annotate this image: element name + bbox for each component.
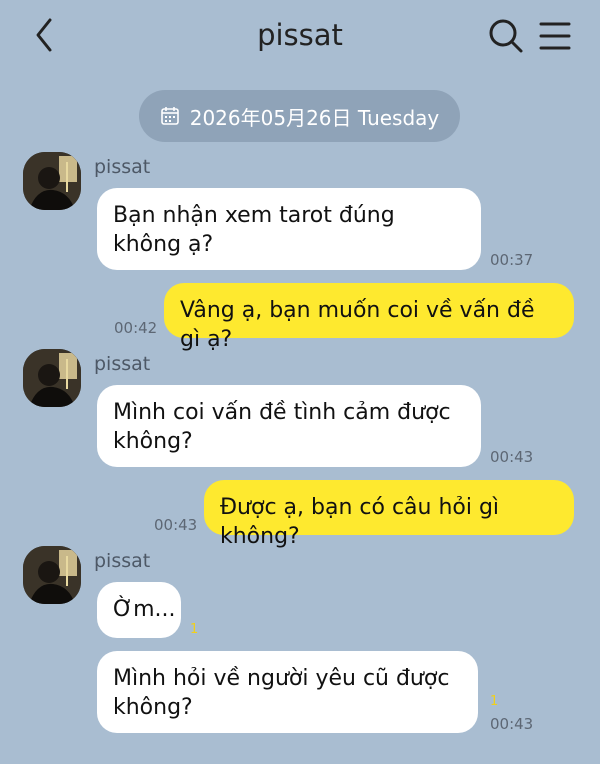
- unread-count: 1: [490, 694, 499, 709]
- date-divider: 2026年05月26日 Tuesday: [139, 90, 460, 142]
- avatar[interactable]: [23, 349, 81, 407]
- profile-photo-icon: [23, 546, 81, 604]
- message-bubble[interactable]: Ờm...: [97, 582, 181, 638]
- profile-photo-icon: [23, 349, 81, 407]
- message-bubble[interactable]: Mình hỏi về người yêu cũ được không?: [97, 651, 478, 733]
- avatar[interactable]: [23, 152, 81, 210]
- sender-name: pissat: [94, 550, 151, 572]
- search-icon: [489, 19, 523, 53]
- calendar-icon: [160, 107, 179, 125]
- sender-name: pissat: [94, 353, 151, 375]
- date-text: 2026年05月26日 Tuesday: [189, 105, 440, 130]
- message-time: 00:43: [490, 448, 534, 466]
- search-button[interactable]: [486, 16, 526, 56]
- message-time: 00:43: [154, 516, 198, 534]
- hamburger-menu-icon: [539, 22, 571, 50]
- message-time: 00:37: [490, 251, 534, 269]
- sender-name: pissat: [94, 156, 151, 178]
- my-message-bubble[interactable]: Vâng ạ, bạn muốn coi về vấn đề gì ạ?: [164, 283, 574, 352]
- profile-photo-icon: [23, 152, 81, 210]
- my-message-bubble[interactable]: Được ạ, bạn có câu hỏi gì không?: [204, 480, 574, 549]
- chat-header: pissat: [0, 0, 600, 76]
- message-bubble[interactable]: Mình coi vấn đề tình cảm được không?: [97, 385, 481, 467]
- unread-count: 1: [190, 622, 199, 637]
- avatar[interactable]: [23, 546, 81, 604]
- message-bubble[interactable]: Bạn nhận xem tarot đúng không ạ?: [97, 188, 481, 270]
- menu-button[interactable]: [536, 16, 576, 56]
- message-time: 00:43: [490, 715, 534, 733]
- message-time: 00:42: [114, 319, 158, 337]
